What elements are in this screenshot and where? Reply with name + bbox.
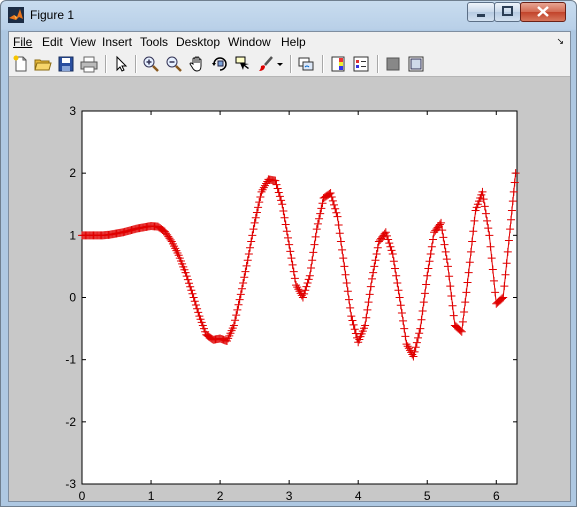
zoom-in-icon[interactable] xyxy=(142,55,160,73)
menu-edit[interactable]: Edit xyxy=(42,35,63,49)
figure-toolbar xyxy=(9,52,570,77)
title-bar[interactable]: Figure 1 xyxy=(1,1,576,31)
menu-window[interactable]: Window xyxy=(228,35,271,49)
x-tick-label: 4 xyxy=(355,489,362,501)
plot-area[interactable]: 0 1 2 3 4 5 6 -3 -2 -1 0 1 2 3 xyxy=(9,77,570,501)
y-tick-label: 1 xyxy=(69,228,76,242)
y-tick-label: 3 xyxy=(69,104,76,118)
maximize-icon xyxy=(502,6,513,16)
toolbar-separator xyxy=(105,55,107,73)
menu-desktop[interactable]: Desktop xyxy=(176,35,220,49)
figure-canvas: 0 1 2 3 4 5 6 -3 -2 -1 0 1 2 3 xyxy=(9,77,570,501)
colorbar-icon[interactable] xyxy=(329,55,347,73)
x-tick-label: 3 xyxy=(286,489,293,501)
brush-icon[interactable] xyxy=(257,55,275,73)
toolbar-separator xyxy=(290,55,292,73)
x-tick-label: 2 xyxy=(217,489,224,501)
matlab-logo-icon xyxy=(8,7,24,23)
toolbar-separator xyxy=(322,55,324,73)
y-tick-label: -3 xyxy=(65,477,76,491)
open-file-icon[interactable] xyxy=(34,55,52,73)
menu-file[interactable]: File xyxy=(13,35,32,49)
minimize-icon xyxy=(477,14,485,17)
pan-icon[interactable] xyxy=(188,55,206,73)
maximize-button[interactable] xyxy=(494,2,521,22)
menu-help[interactable]: Help xyxy=(281,35,306,49)
show-plot-tools-icon[interactable] xyxy=(407,55,425,73)
figure-window: Figure 1 File Edit View Insert Tools Des… xyxy=(0,0,577,507)
zoom-out-icon[interactable] xyxy=(165,55,183,73)
menu-bar: File Edit View Insert Tools Desktop Wind… xyxy=(9,32,570,52)
legend-icon[interactable] xyxy=(352,55,370,73)
x-tick-label: 1 xyxy=(148,489,155,501)
save-icon[interactable] xyxy=(57,55,75,73)
window-title: Figure 1 xyxy=(30,8,75,22)
menu-tools[interactable]: Tools xyxy=(140,35,168,49)
hide-plot-tools-icon[interactable] xyxy=(384,55,402,73)
client-area: File Edit View Insert Tools Desktop Wind… xyxy=(8,31,571,502)
data-cursor-icon[interactable] xyxy=(234,55,252,73)
x-tick-label: 5 xyxy=(424,489,431,501)
x-tick-label: 0 xyxy=(79,489,86,501)
y-tick-label: -1 xyxy=(65,353,76,367)
rotate-3d-icon[interactable] xyxy=(211,55,229,73)
dock-arrow-icon[interactable]: ↘ xyxy=(556,36,564,47)
toolbar-separator xyxy=(377,55,379,73)
close-button[interactable] xyxy=(520,2,566,22)
y-tick-label: 2 xyxy=(69,166,76,180)
print-icon[interactable] xyxy=(80,55,98,73)
menu-view[interactable]: View xyxy=(70,35,96,49)
x-tick-label: 6 xyxy=(493,489,500,501)
minimize-button[interactable] xyxy=(467,2,495,22)
menu-insert[interactable]: Insert xyxy=(102,35,132,49)
y-tick-label: -2 xyxy=(65,415,76,429)
close-icon xyxy=(537,6,549,17)
link-plot-icon[interactable] xyxy=(297,55,315,73)
toolbar-separator xyxy=(135,55,137,73)
edit-plot-icon[interactable] xyxy=(112,55,130,73)
y-tick-label: 0 xyxy=(69,291,76,305)
new-figure-icon[interactable] xyxy=(12,55,30,73)
brush-dropdown-icon[interactable] xyxy=(275,55,285,73)
